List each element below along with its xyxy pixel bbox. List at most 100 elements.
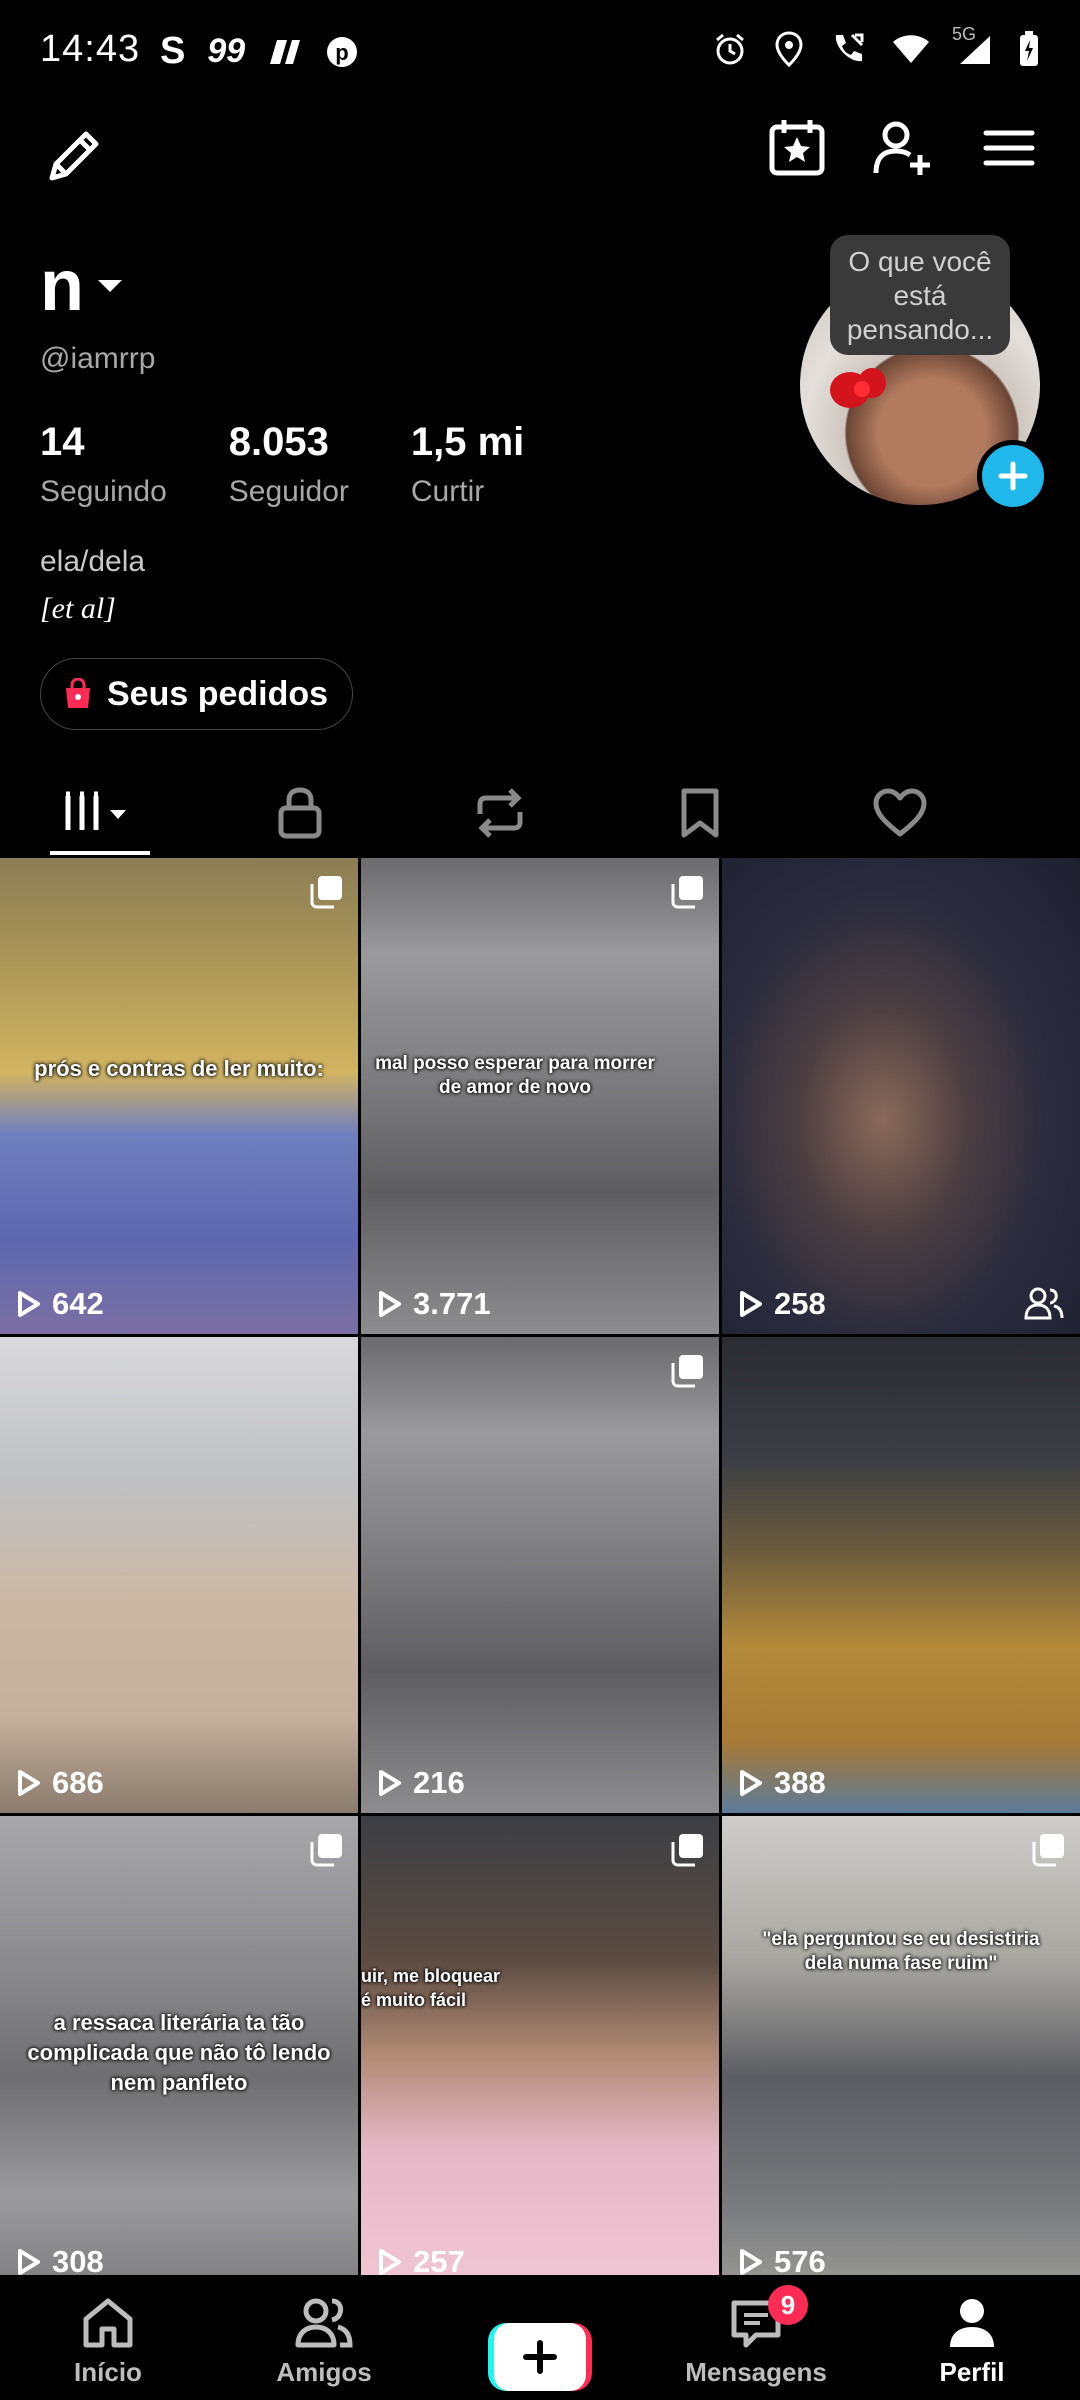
video-tile[interactable]: a ressaca literária ta tão complicada qu… — [0, 1816, 358, 2292]
events-button[interactable] — [764, 115, 830, 181]
battery-icon — [1018, 30, 1040, 68]
video-caption: a ressaca literária ta tão complicada qu… — [27, 2010, 331, 2095]
status-time: 14:43 — [40, 28, 141, 70]
video-tile[interactable]: "ela perguntou se eu desistiria dela num… — [722, 1816, 1080, 2292]
lock-icon — [278, 786, 322, 838]
status-right-icons: 5G — [712, 24, 1040, 68]
view-count-text: 216 — [413, 1765, 465, 1800]
view-count: 686 — [16, 1765, 104, 1801]
status-bar: 14:43 S 99 p 5G — [0, 0, 1080, 105]
plus-icon — [998, 461, 1028, 491]
nav-messages[interactable]: Mensagens 9 — [648, 2275, 864, 2400]
video-caption: mal posso esperar para morrer de amor de… — [375, 1053, 655, 1098]
stat-label: Seguindo — [40, 475, 167, 508]
signal-5g-icon: 5G — [952, 24, 992, 66]
stat-following[interactable]: 14 Seguindo — [40, 420, 167, 509]
status-left-icons: S 99 p — [160, 30, 359, 73]
multi-video-icon — [308, 1832, 344, 1868]
add-story-button[interactable] — [977, 440, 1049, 512]
tab-reposts[interactable] — [400, 770, 600, 855]
nav-friends[interactable]: Amigos — [216, 2275, 432, 2400]
messages-badge: 9 — [768, 2285, 808, 2325]
video-tile[interactable]: 216 — [361, 1337, 719, 1813]
tab-liked[interactable] — [800, 770, 1000, 855]
view-count-text: 258 — [774, 1286, 826, 1321]
video-caption: uir, me bloquear é muito fácil — [361, 1966, 501, 2010]
play-icon — [740, 1291, 762, 1317]
profile-name-switcher[interactable]: n — [40, 245, 124, 327]
wifi-icon — [892, 33, 930, 65]
video-tile[interactable]: 388 — [722, 1337, 1080, 1813]
play-icon — [379, 2249, 401, 2275]
n-app-icon — [267, 37, 303, 67]
location-icon — [774, 31, 804, 67]
nav-profile[interactable]: Perfil — [864, 2275, 1080, 2400]
nav-home[interactable]: Início — [0, 2275, 216, 2400]
video-tile[interactable]: mal posso esperar para morrer de amor de… — [361, 858, 719, 1334]
add-friend-button[interactable] — [870, 115, 936, 181]
multi-video-icon — [669, 874, 705, 910]
bottom-nav: Início Amigos Mensagens 9 Perfil — [0, 2275, 1080, 2400]
friends-only-icon — [1024, 1286, 1064, 1320]
view-count-text: 642 — [52, 1286, 104, 1321]
plus-icon — [523, 2340, 557, 2374]
video-grid: prós e contras de ler muito: 642 mal pos… — [0, 858, 1080, 2292]
note-bubble[interactable]: O que você está pensando... — [830, 235, 1010, 355]
video-caption: prós e contras de ler muito: — [34, 1056, 324, 1081]
nav-profile-label: Perfil — [939, 2357, 1005, 2387]
tab-videos[interactable] — [0, 770, 200, 855]
tab-private[interactable] — [200, 770, 400, 855]
stat-label: Seguidor — [228, 475, 349, 508]
play-icon — [18, 1291, 40, 1317]
multi-video-icon — [1030, 1832, 1066, 1868]
play-icon — [379, 1770, 401, 1796]
view-count: 642 — [16, 1286, 104, 1322]
stat-likes[interactable]: 1,5 mi Curtir — [411, 420, 524, 509]
menu-button[interactable] — [976, 115, 1042, 181]
stat-followers[interactable]: 8.053 Seguidor — [229, 420, 349, 509]
view-count: 216 — [377, 1765, 465, 1801]
call-icon — [830, 31, 866, 67]
alarm-icon — [712, 31, 748, 67]
profile-icon — [950, 2299, 994, 2347]
video-tile[interactable]: uir, me bloquear é muito fácil 257 — [361, 1816, 719, 2292]
profile-tabs — [0, 770, 1080, 855]
play-icon — [740, 1770, 762, 1796]
view-count: 258 — [738, 1286, 826, 1322]
stat-value: 14 — [40, 420, 85, 464]
home-icon — [83, 2298, 133, 2348]
profile-stats: 14 Seguindo 8.053 Seguidor 1,5 mi Curtir — [40, 420, 524, 509]
friends-icon — [295, 2298, 353, 2348]
play-icon — [18, 2249, 40, 2275]
bio: [et al] — [40, 592, 116, 625]
create-button[interactable] — [488, 2323, 592, 2391]
network-label: 5G — [952, 24, 977, 44]
nav-home-label: Início — [74, 2357, 142, 2387]
chevron-down-icon — [97, 280, 122, 292]
tab-saved[interactable] — [600, 770, 800, 855]
edit-profile-button[interactable] — [40, 120, 110, 190]
shopping-bag-icon — [66, 678, 90, 708]
stat-label: Curtir — [410, 475, 485, 508]
pinterest-icon: p — [325, 35, 359, 69]
view-count-text: 3.771 — [413, 1286, 491, 1321]
nav-create[interactable] — [432, 2275, 648, 2400]
view-count-text: 686 — [52, 1765, 104, 1800]
multi-video-icon — [308, 874, 344, 910]
video-caption: "ela perguntou se eu desistiria dela num… — [762, 1929, 1040, 1974]
nav-friends-label: Amigos — [276, 2357, 372, 2387]
play-icon — [740, 2249, 762, 2275]
menu-icon — [983, 130, 1035, 166]
multi-video-icon — [669, 1353, 705, 1389]
video-tile[interactable]: prós e contras de ler muito: 642 — [0, 858, 358, 1334]
99-app-icon: 99 — [207, 32, 246, 70]
video-tile[interactable]: 686 — [0, 1337, 358, 1813]
s-app-icon: S — [160, 30, 186, 72]
videos-grid-icon — [65, 791, 126, 830]
your-orders-button[interactable]: Seus pedidos — [40, 658, 354, 730]
play-icon — [379, 1291, 401, 1317]
video-tile[interactable]: 258 — [722, 858, 1080, 1334]
view-count: 3.771 — [377, 1286, 491, 1322]
header-actions — [764, 115, 1042, 181]
view-count: 388 — [738, 1765, 826, 1801]
